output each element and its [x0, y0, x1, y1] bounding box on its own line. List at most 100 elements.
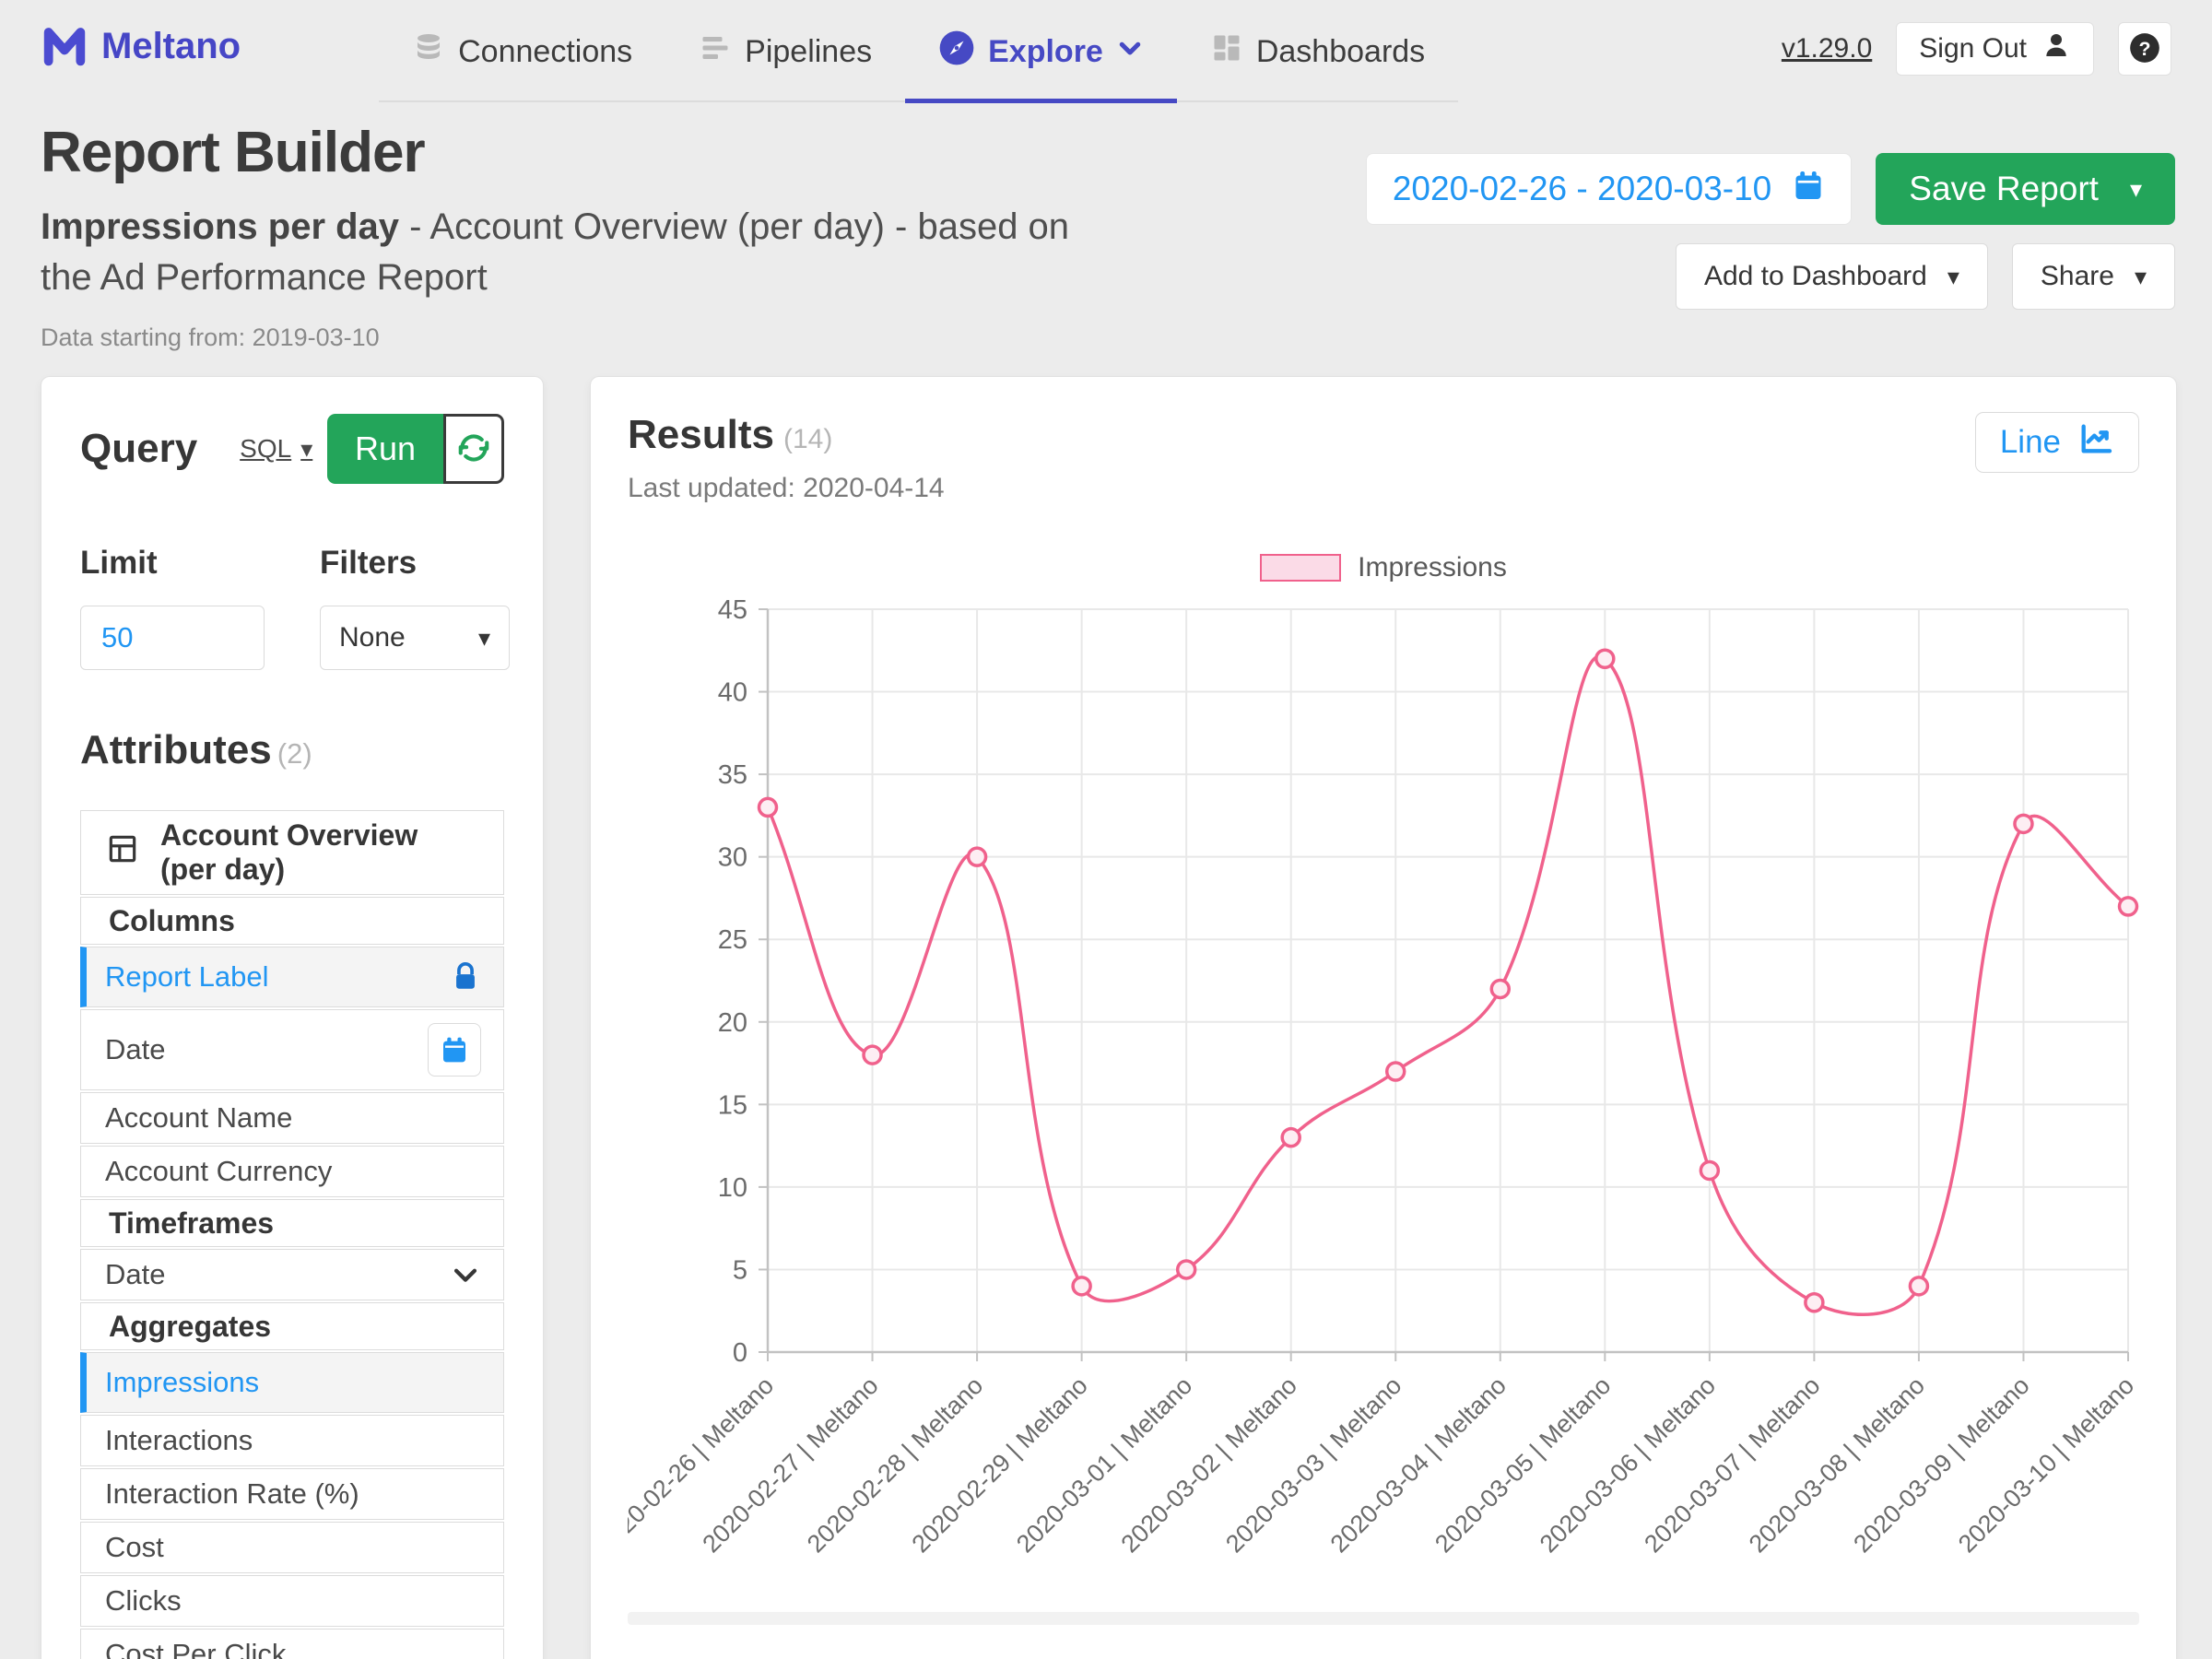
- add-to-dashboard-label: Add to Dashboard: [1704, 261, 1927, 292]
- nav-tabs: Connections Pipelines Explore Dashboards: [379, 13, 1458, 102]
- nav-tab-label: Dashboards: [1256, 34, 1425, 70]
- nav-tab-connections[interactable]: Connections: [379, 13, 665, 103]
- attribute-label: Account Overview (per day): [160, 818, 481, 887]
- chart-legend[interactable]: Impressions: [628, 552, 2139, 583]
- attribute-label: Cost: [105, 1531, 164, 1564]
- database-icon: [412, 31, 445, 73]
- svg-text:2020-03-10 | Meltano: 2020-03-10 | Meltano: [1953, 1371, 2139, 1558]
- attribute-table-header[interactable]: Account Overview (per day): [80, 810, 504, 895]
- date-calendar-button[interactable]: [428, 1023, 481, 1077]
- run-button[interactable]: Run: [327, 414, 443, 484]
- attribute-item-interactions[interactable]: Interactions: [80, 1415, 504, 1466]
- attribute-item-account-name[interactable]: Account Name: [80, 1092, 504, 1144]
- save-report-button[interactable]: Save Report ▾: [1876, 153, 2175, 225]
- nav-tab-pipelines[interactable]: Pipelines: [665, 13, 905, 103]
- svg-text:2020-02-27 | Meltano: 2020-02-27 | Meltano: [697, 1371, 883, 1558]
- sql-dropdown[interactable]: SQL ▾: [240, 434, 312, 464]
- refresh-button[interactable]: [443, 414, 504, 484]
- svg-text:45: 45: [718, 595, 747, 625]
- nav-tab-explore[interactable]: Explore: [905, 13, 1177, 103]
- attribute-label: Columns: [109, 904, 235, 938]
- list-icon: [699, 31, 732, 73]
- filters-label: Filters: [320, 545, 510, 582]
- svg-text:5: 5: [733, 1256, 747, 1286]
- query-title: Query: [80, 426, 197, 472]
- page-title: Report Builder: [41, 120, 1128, 185]
- svg-text:2020-03-05 | Meltano: 2020-03-05 | Meltano: [1430, 1371, 1616, 1558]
- attribute-label: Date: [105, 1033, 165, 1066]
- attributes-list: Account Overview (per day) Columns Report …: [80, 810, 504, 1659]
- attribute-item-interaction-rate-[interactable]: Interaction Rate (%): [80, 1468, 504, 1520]
- line-chart-icon: [2077, 420, 2114, 465]
- attribute-item-date[interactable]: Date: [80, 1009, 504, 1090]
- add-to-dashboard-button[interactable]: Add to Dashboard ▾: [1676, 243, 1988, 310]
- query-panel: Query SQL ▾ Run Limit Filters: [41, 376, 544, 1659]
- attribute-label: Interactions: [105, 1424, 253, 1457]
- caret-down-icon: ▾: [2130, 177, 2142, 201]
- top-nav: Meltano Connections Pipelines Explore: [0, 0, 2212, 101]
- chart-type-button[interactable]: Line: [1975, 412, 2139, 473]
- attribute-item-account-currency[interactable]: Account Currency: [80, 1146, 504, 1197]
- svg-text:2020-03-01 | Meltano: 2020-03-01 | Meltano: [1011, 1371, 1197, 1558]
- svg-text:2020-02-26 | Meltano: 2020-02-26 | Meltano: [628, 1371, 779, 1558]
- attributes-title: Attributes: [80, 727, 272, 773]
- svg-text:40: 40: [718, 678, 747, 708]
- results-table-divider: [628, 1612, 2139, 1625]
- svg-text:2020-03-07 | Meltano: 2020-03-07 | Meltano: [1639, 1371, 1825, 1558]
- chart-type-label: Line: [2000, 424, 2061, 461]
- data-points: [759, 651, 2137, 1312]
- svg-text:0: 0: [733, 1338, 747, 1368]
- help-button[interactable]: ?: [2118, 22, 2171, 76]
- attribute-item-report-label[interactable]: Report Label: [80, 947, 504, 1007]
- refresh-icon: [456, 430, 491, 468]
- attribute-section-columns: Columns: [80, 897, 504, 945]
- attribute-item-date[interactable]: Date: [80, 1249, 504, 1300]
- brand-name: Meltano: [101, 26, 241, 67]
- svg-text:2020-03-08 | Meltano: 2020-03-08 | Meltano: [1744, 1371, 1930, 1558]
- x-axis-labels: 2020-02-26 | Meltano2020-02-27 | Meltano…: [628, 1371, 2139, 1558]
- question-icon: ?: [2127, 30, 2162, 68]
- version-link[interactable]: v1.29.0: [1782, 33, 1872, 65]
- attribute-item-impressions[interactable]: Impressions: [80, 1352, 504, 1413]
- chart-svg: 0510152025303540452020-02-26 | Meltano20…: [628, 589, 2139, 1598]
- page-subtitle: Impressions per day - Account Overview (…: [41, 202, 1128, 303]
- svg-text:2020-03-04 | Meltano: 2020-03-04 | Meltano: [1325, 1371, 1512, 1558]
- attribute-item-cost[interactable]: Cost: [80, 1522, 504, 1573]
- last-updated: Last updated: 2020-04-14: [628, 473, 945, 504]
- attribute-item-cost-per-click[interactable]: Cost Per Click: [80, 1629, 504, 1659]
- grid-icon: [1210, 31, 1243, 73]
- header-controls: 2020-02-26 - 2020-03-10 Save Report ▾ Ad…: [1366, 120, 2175, 352]
- chevron-down-icon: [450, 1259, 481, 1290]
- nav-tab-dashboards[interactable]: Dashboards: [1177, 13, 1458, 103]
- limit-input[interactable]: [80, 606, 265, 670]
- svg-text:2020-03-09 | Meltano: 2020-03-09 | Meltano: [1848, 1371, 2034, 1558]
- attribute-label: Date: [105, 1258, 165, 1291]
- date-range-label: 2020-02-26 - 2020-03-10: [1393, 170, 1771, 208]
- sign-out-button[interactable]: Sign Out: [1896, 22, 2094, 76]
- svg-text:2020-03-03 | Meltano: 2020-03-03 | Meltano: [1220, 1371, 1406, 1558]
- attribute-label: Timeframes: [109, 1206, 274, 1241]
- series-line: [768, 656, 2128, 1314]
- y-axis-labels: 051015202530354045: [718, 595, 747, 1368]
- data-start-note: Data starting from: 2019-03-10: [41, 324, 1128, 352]
- attribute-label: Aggregates: [109, 1310, 271, 1344]
- attribute-section-aggregates: Aggregates: [80, 1302, 504, 1350]
- brand[interactable]: Meltano: [41, 20, 241, 73]
- svg-text:2020-03-06 | Meltano: 2020-03-06 | Meltano: [1535, 1371, 1721, 1558]
- results-panel: Results (14) Last updated: 2020-04-14 Li…: [590, 376, 2177, 1659]
- svg-text:25: 25: [718, 926, 747, 956]
- svg-text:20: 20: [718, 1008, 747, 1038]
- attribute-section-timeframes: Timeframes: [80, 1199, 504, 1247]
- date-range-button[interactable]: 2020-02-26 - 2020-03-10: [1366, 153, 1852, 225]
- nav-right: v1.29.0 Sign Out ?: [1782, 22, 2171, 76]
- chart-axes: [768, 609, 2128, 1352]
- sign-out-label: Sign Out: [1919, 33, 2027, 65]
- filters-select[interactable]: None ▾: [320, 606, 510, 670]
- caret-down-icon: ▾: [478, 626, 490, 650]
- attribute-item-clicks[interactable]: Clicks: [80, 1575, 504, 1627]
- svg-text:2020-03-02 | Meltano: 2020-03-02 | Meltano: [1116, 1371, 1302, 1558]
- chart-gridlines: [759, 609, 2128, 1361]
- attribute-label: Cost Per Click: [105, 1638, 286, 1659]
- svg-text:2020-02-28 | Meltano: 2020-02-28 | Meltano: [802, 1371, 988, 1558]
- share-button[interactable]: Share ▾: [2012, 243, 2175, 310]
